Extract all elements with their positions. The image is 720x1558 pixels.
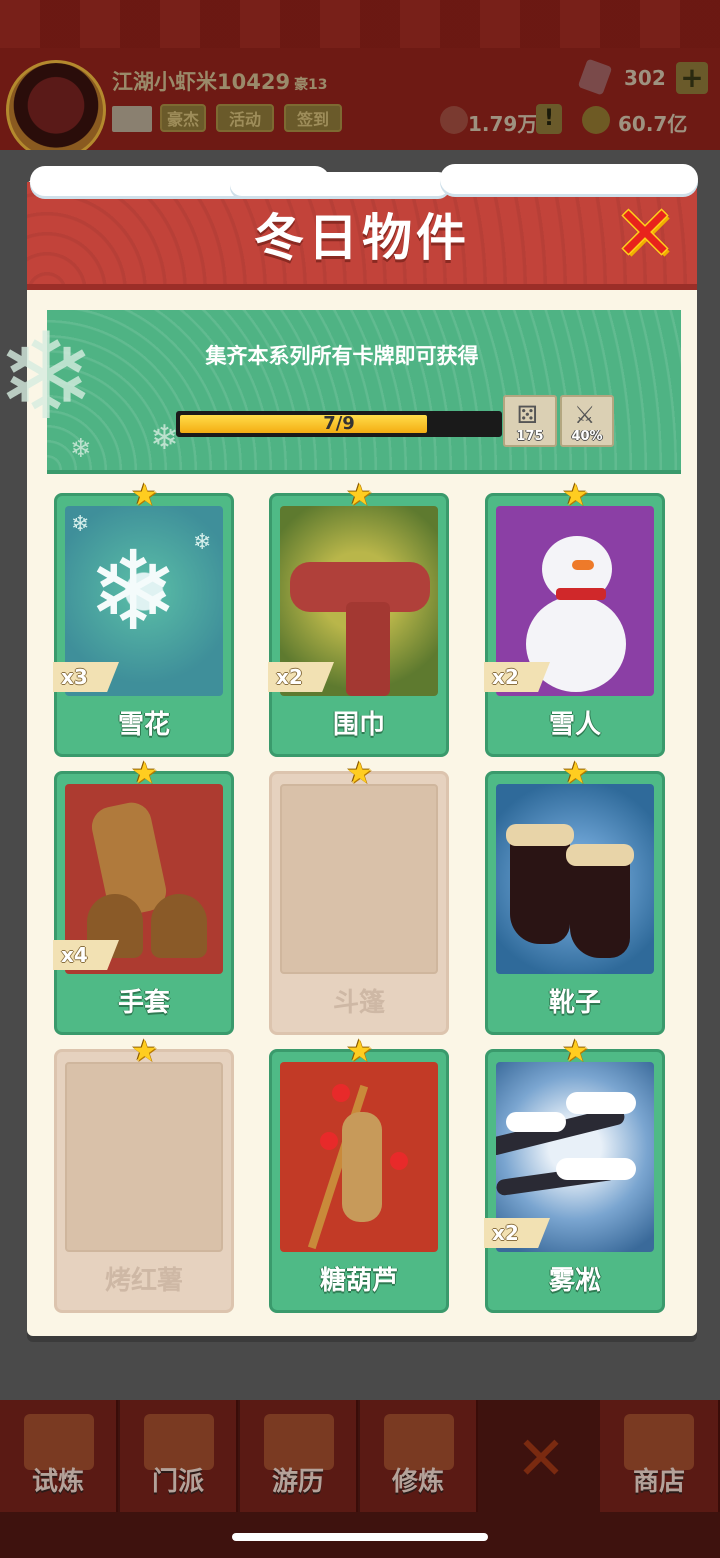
nav-cultivate-label: 修炼 <box>391 1467 444 1497</box>
card-boots[interactable]: ★ 靴子 <box>485 756 665 1035</box>
player-avatar[interactable] <box>6 60 106 160</box>
card-snowman[interactable]: ★ x2 雪人 <box>484 478 665 757</box>
card-label: 雪人 <box>548 710 601 740</box>
boot-shape <box>510 834 570 944</box>
gem-count: 302 <box>624 66 666 90</box>
card-snowflake[interactable]: ★ ❄ ❄ ❄ x3 雪花 <box>53 478 234 757</box>
snowflake-icon: ❄ <box>0 308 97 447</box>
haw-berry <box>390 1152 408 1170</box>
snowflake-icon: ❄ <box>150 418 179 458</box>
card-label: 糖葫芦 <box>319 1266 398 1296</box>
nav-cultivate[interactable]: 修炼 <box>360 1400 478 1512</box>
tanghulu-art <box>280 1062 438 1252</box>
card-sweet-potato[interactable]: ★ 烤红薯 <box>54 1034 234 1313</box>
top-pattern <box>0 0 720 48</box>
glove-cuff <box>151 894 207 958</box>
signin-button[interactable]: 签到 <box>284 104 342 132</box>
card-rime[interactable]: ★ x2 雾凇 <box>484 1034 665 1313</box>
reward-banner <box>47 310 681 474</box>
gold-coin-icon <box>582 106 610 134</box>
close-button[interactable]: ✕ <box>614 197 676 271</box>
reward-dice-value: 175 <box>516 429 544 444</box>
nav-trial[interactable]: 试炼 <box>0 1400 118 1512</box>
card-label: 烤红薯 <box>104 1266 183 1296</box>
gold-count: 60.7亿 <box>618 112 688 136</box>
nav-travel[interactable]: 游历 <box>240 1400 358 1512</box>
add-gem-button[interactable]: + <box>676 62 708 94</box>
scarf-shape <box>346 602 390 696</box>
reward-sword-value: 40% <box>571 429 603 444</box>
dice-icon: ⚄ <box>517 401 538 429</box>
frost-cloud <box>506 1112 566 1132</box>
snowflake-icon: ❄ <box>71 512 90 537</box>
nav-sect[interactable]: 门派 <box>120 1400 238 1512</box>
nav-shop[interactable]: 商店 <box>600 1400 720 1512</box>
card-label: 雾凇 <box>548 1266 601 1296</box>
card-scarf[interactable]: ★ x2 围巾 <box>268 478 449 757</box>
close-icon: ✕ <box>614 191 677 277</box>
nav-close-icon[interactable]: ✕ <box>512 1429 570 1489</box>
banner-text: 集齐本系列所有卡牌即可获得 <box>205 344 479 368</box>
nav-sect-label: 门派 <box>151 1467 204 1497</box>
nav-travel-label: 游历 <box>271 1467 324 1497</box>
card-cloak[interactable]: ★ 斗篷 <box>269 756 449 1035</box>
nav-trial-label: 试炼 <box>31 1467 84 1497</box>
player-name-text: 江湖小虾米10429 <box>112 70 291 94</box>
nav-shop-label: 商店 <box>632 1467 685 1497</box>
haw-berry <box>332 1084 350 1102</box>
card-label: 围巾 <box>332 710 385 740</box>
frost-cloud <box>556 1158 636 1180</box>
alert-button[interactable]: ! <box>536 104 562 134</box>
power-icon <box>440 106 468 134</box>
tanghulu-shape <box>342 1112 382 1222</box>
empty-card-art <box>65 1062 223 1252</box>
snowflake-icon: ❄ <box>87 527 180 655</box>
snowman-scarf <box>556 588 606 600</box>
progress-text: 7/9 <box>323 413 355 434</box>
reward-dice[interactable]: ⚄ 175 <box>503 395 557 447</box>
home-indicator[interactable] <box>232 1533 488 1541</box>
card-label: 雪花 <box>117 710 170 740</box>
player-name: 江湖小虾米10429 豪13 <box>112 66 328 96</box>
boot-shape <box>570 854 630 958</box>
dialog-title: 冬日物件 <box>254 209 470 267</box>
card-tanghulu[interactable]: ★ 糖葫芦 <box>269 1034 449 1313</box>
sword-icon: ⚔ <box>574 401 596 429</box>
boots-art <box>496 784 654 974</box>
frost-cloud <box>566 1092 636 1114</box>
card-label: 斗篷 <box>332 988 385 1018</box>
snow-decoration <box>230 172 450 196</box>
power-count: 1.79万 <box>468 112 538 136</box>
top-bar <box>0 0 720 150</box>
boot-fur <box>506 824 574 846</box>
snowflake-icon: ❄ <box>70 434 92 464</box>
haojie-button[interactable]: 豪杰 <box>160 104 206 132</box>
card-label: 手套 <box>117 988 170 1018</box>
empty-card-art <box>280 784 438 974</box>
haw-berry <box>320 1132 338 1150</box>
snowman-nose <box>572 560 594 570</box>
activity-button[interactable]: 活动 <box>216 104 274 132</box>
collection-progress-bar: 7/9 <box>176 411 502 437</box>
card-label: 靴子 <box>548 988 601 1018</box>
mail-icon[interactable] <box>112 106 152 132</box>
reward-sword[interactable]: ⚔ 40% <box>560 395 614 447</box>
card-gloves[interactable]: ★ x4 手套 <box>53 756 234 1035</box>
snowflake-icon: ❄ <box>193 530 212 555</box>
player-rank: 豪13 <box>294 77 328 93</box>
boot-fur <box>566 844 634 866</box>
snow-decoration <box>440 164 698 194</box>
